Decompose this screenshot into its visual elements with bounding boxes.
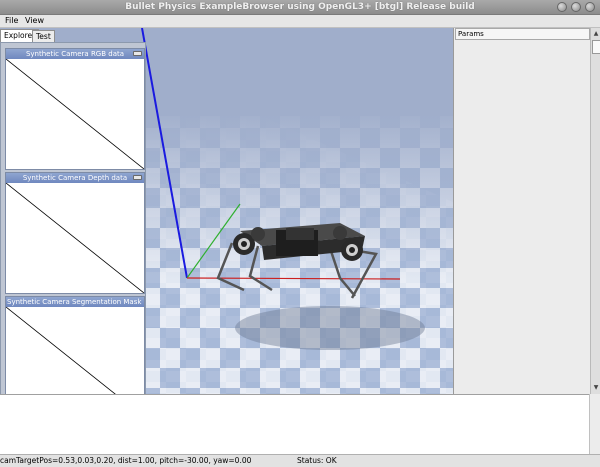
depth-image-placeholder xyxy=(6,183,144,293)
scroll-thumb[interactable] xyxy=(592,40,600,54)
explorer-panel: Synthetic Camera RGB data Synthetic Came… xyxy=(0,42,146,428)
rgb-camera-title: Synthetic Camera RGB data xyxy=(6,49,144,59)
minimize-rgb-icon[interactable] xyxy=(133,51,142,56)
status-bar: camTargetPos=0.53,0.03,0.20, dist=1.00, … xyxy=(0,454,600,467)
scroll-down-icon[interactable]: ▼ xyxy=(592,384,600,392)
params-scrollbar[interactable]: ▲ ▼ xyxy=(590,28,600,394)
minimize-depth-icon[interactable] xyxy=(133,175,142,180)
console-scrollbar[interactable] xyxy=(589,394,600,454)
robot-shadow xyxy=(235,306,425,350)
rgb-image-placeholder xyxy=(6,59,144,169)
rgb-camera-window[interactable]: Synthetic Camera RGB data xyxy=(5,48,145,170)
explorer-tabs: Explorer Test xyxy=(0,29,146,42)
menu-bar: File View xyxy=(0,15,600,28)
segmentation-camera-title: Synthetic Camera Segmentation Mask xyxy=(6,297,144,307)
window-title: Bullet Physics ExampleBrowser using Open… xyxy=(125,2,475,12)
menu-file[interactable]: File xyxy=(5,16,18,26)
params-panel: Params ▲ ▼ xyxy=(453,28,600,394)
camera-status: camTargetPos=0.53,0.03,0.20, dist=1.00, … xyxy=(0,456,252,465)
minimize-button[interactable] xyxy=(557,2,567,12)
close-button[interactable] xyxy=(585,2,595,12)
menu-view[interactable]: View xyxy=(25,16,44,26)
tab-params[interactable]: Params xyxy=(455,28,590,40)
tab-test[interactable]: Test xyxy=(32,30,55,42)
status-ok: Status: OK xyxy=(297,456,337,465)
maximize-button[interactable] xyxy=(571,2,581,12)
scroll-up-icon[interactable]: ▲ xyxy=(592,30,600,38)
title-bar: Bullet Physics ExampleBrowser using Open… xyxy=(0,0,600,15)
depth-camera-title: Synthetic Camera Depth data xyxy=(6,173,144,183)
console-output[interactable] xyxy=(0,394,600,455)
depth-camera-window[interactable]: Synthetic Camera Depth data xyxy=(5,172,145,294)
